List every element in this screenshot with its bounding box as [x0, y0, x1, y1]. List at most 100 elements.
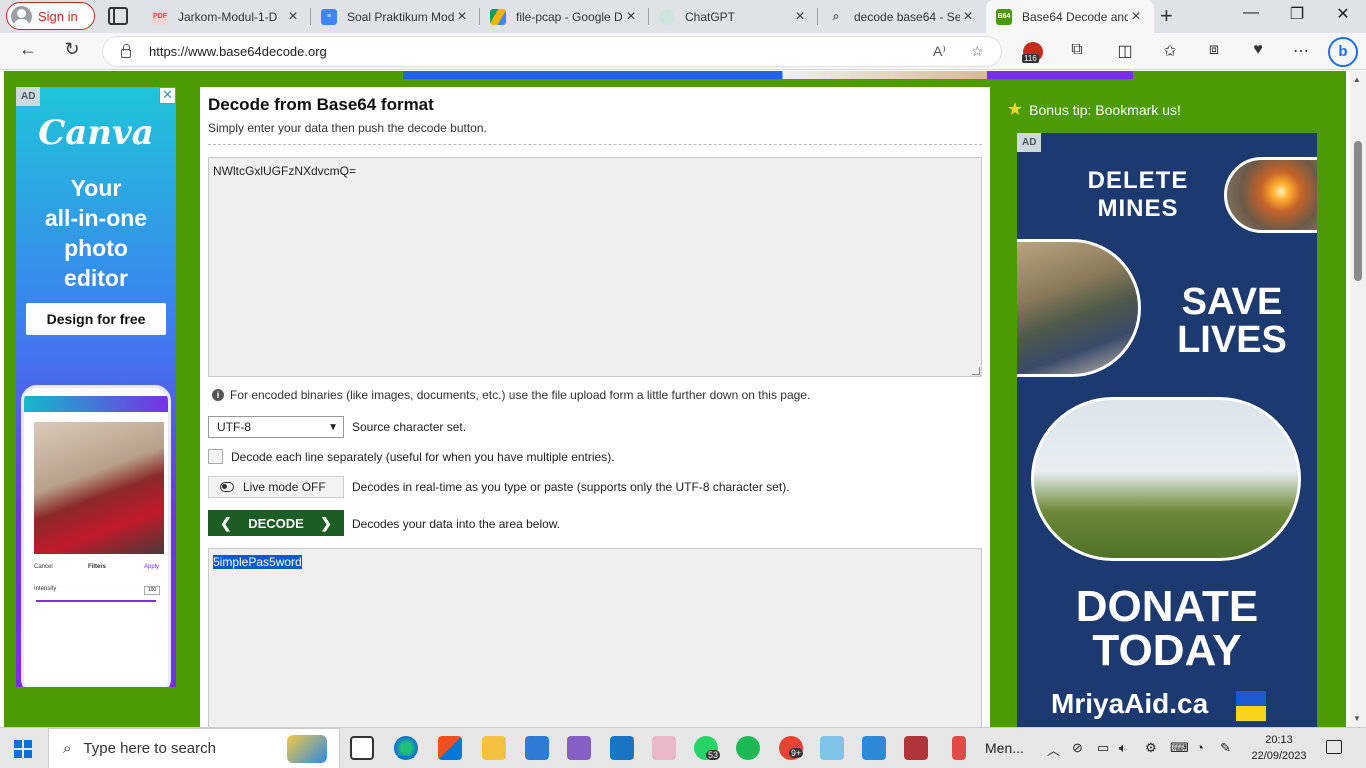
ad-tag: AD: [1017, 133, 1042, 152]
battery-icon[interactable]: ▭: [1097, 740, 1109, 756]
extension-icon[interactable]: 116: [1022, 42, 1043, 63]
more-menu-icon[interactable]: ⋯: [1290, 41, 1312, 61]
back-icon[interactable]: ←: [13, 39, 43, 60]
wireshark-icon[interactable]: [610, 736, 634, 760]
sign-in-label: Sign in: [38, 8, 78, 24]
output-text: 5implePas5word: [213, 555, 302, 569]
tab-actions-icon[interactable]: [108, 7, 128, 25]
ad-close-icon[interactable]: ✕: [159, 87, 176, 104]
network-off-icon[interactable]: ⊘: [1072, 740, 1083, 756]
close-window-icon[interactable]: ✕: [1320, 4, 1366, 24]
decode-label: DECODE: [248, 515, 304, 531]
ad-text-line: TODAY: [1092, 626, 1242, 675]
whatsapp-icon[interactable]: 53: [694, 736, 721, 760]
ad-donate-today: DONATE TODAY: [1017, 585, 1317, 673]
base64-input-textarea[interactable]: NWltcGxlUGFzNXdvcmQ=: [208, 157, 982, 377]
tab-chatgpt[interactable]: ChatGPT ×: [649, 0, 818, 33]
refresh-icon[interactable]: ↻: [57, 39, 87, 60]
visual-studio-icon[interactable]: [567, 736, 591, 760]
close-tab-icon[interactable]: ×: [623, 8, 639, 26]
volume-icon[interactable]: 🔈︎: [1119, 740, 1127, 756]
remote-desktop-icon[interactable]: [525, 736, 549, 760]
close-tab-icon[interactable]: ×: [792, 8, 808, 26]
bonus-tip-text: Bonus tip: Bookmark us!: [1029, 101, 1181, 118]
tab-base64-decode[interactable]: B64 Base64 Decode and ×: [986, 0, 1154, 33]
ukraine-flag-icon: [1236, 691, 1266, 721]
live-mode-toggle[interactable]: Live mode OFF: [208, 476, 344, 498]
winrar-icon[interactable]: [904, 736, 928, 760]
notes-app-icon[interactable]: [820, 736, 844, 760]
mriya-aid-ad[interactable]: AD DELETE MINES SAVE LIVES DONATE TODAY …: [1017, 133, 1317, 727]
close-tab-icon[interactable]: ×: [285, 8, 301, 26]
tab-soal-praktikum[interactable]: ≡ Soal Praktikum Mod ×: [311, 0, 480, 33]
chrome-icon[interactable]: 9+: [779, 736, 804, 760]
ad-headline-line: Your: [70, 175, 122, 201]
lock-icon: [121, 44, 131, 58]
decode-button[interactable]: ❮ DECODE ❯: [208, 510, 344, 536]
thermometer-icon[interactable]: [952, 736, 966, 760]
browser-essentials-icon[interactable]: ♥: [1247, 41, 1269, 59]
pen-icon[interactable]: ✎: [1220, 740, 1231, 756]
new-tab-icon[interactable]: +: [1160, 3, 1173, 29]
tab-file-pcap[interactable]: file-pcap - Google D ×: [480, 0, 649, 33]
extensions-puzzle-icon[interactable]: ⧉: [1066, 41, 1088, 59]
settings-icon[interactable]: ⚙: [1145, 740, 1157, 756]
toggle-icon: [220, 482, 234, 492]
decode-each-line-checkbox[interactable]: [208, 449, 223, 464]
phone-slider: [36, 600, 156, 602]
favorites-icon[interactable]: ✩: [1159, 41, 1181, 61]
close-tab-icon[interactable]: ×: [960, 8, 976, 26]
tab-title: Base64 Decode and: [1022, 9, 1128, 24]
taskbar-search[interactable]: ⌕ Type here to search: [48, 728, 340, 768]
resize-handle-icon[interactable]: [972, 367, 980, 375]
microsoft-store-icon[interactable]: [438, 736, 462, 760]
notification-center-icon[interactable]: [1326, 740, 1342, 754]
wifi-icon[interactable]: ◔: [1196, 740, 1204, 755]
input-text: NWltcGxlUGFzNXdvcmQ=: [213, 164, 357, 178]
address-bar[interactable]: https://www.base64decode.org A⁾ ☆: [102, 36, 1002, 67]
ad-text-line: SAVE: [1181, 281, 1283, 323]
scroll-down-icon[interactable]: ▼: [1353, 714, 1361, 723]
collections-icon[interactable]: ⧈: [1203, 41, 1225, 59]
tab-jarkom-pdf[interactable]: PDF Jarkom-Modul-1-D ×: [142, 0, 311, 33]
anime-app-icon[interactable]: [652, 736, 676, 760]
bing-copilot-icon[interactable]: b: [1328, 37, 1358, 67]
close-tab-icon[interactable]: ×: [454, 8, 470, 26]
browser-tab-strip: Sign in PDF Jarkom-Modul-1-D × ≡ Soal Pr…: [0, 0, 1366, 33]
photos-icon[interactable]: [862, 736, 886, 760]
design-for-free-button[interactable]: Design for free: [26, 303, 166, 335]
scrollbar-thumb[interactable]: [1354, 141, 1362, 281]
windows-taskbar: ⌕ Type here to search 53 9+ Men... ︿ ⊘ ▭…: [0, 727, 1366, 768]
file-explorer-icon[interactable]: [482, 736, 506, 760]
decoded-output-textarea[interactable]: 5implePas5word: [208, 548, 982, 727]
top-banner-ad[interactable]: [403, 71, 1133, 79]
scroll-up-icon[interactable]: ▲: [1353, 75, 1361, 84]
extension-badge: 116: [1022, 54, 1039, 63]
keyboard-icon[interactable]: ⌨: [1170, 740, 1189, 756]
close-tab-icon[interactable]: ×: [1128, 8, 1144, 26]
edge-icon[interactable]: [394, 736, 418, 760]
system-clock[interactable]: 20:13 22/09/2023: [1248, 732, 1310, 764]
search-icon: ⌕: [832, 9, 840, 23]
charset-select[interactable]: UTF-8 ▼: [208, 416, 344, 438]
chevron-right-icon: ❯: [320, 514, 332, 531]
vertical-scrollbar[interactable]: ▲ ▼: [1350, 71, 1366, 727]
task-view-icon[interactable]: [350, 736, 374, 760]
read-aloud-icon[interactable]: A⁾: [933, 43, 946, 60]
minimize-icon[interactable]: —: [1228, 4, 1274, 22]
restore-icon[interactable]: ❐: [1274, 4, 1320, 24]
divider: [208, 144, 982, 145]
windows-start-icon[interactable]: [14, 740, 32, 758]
base64-icon: B64: [996, 8, 1012, 25]
tab-decode-search[interactable]: ⌕ decode base64 - Se ×: [818, 0, 986, 33]
canva-ad[interactable]: AD ✕ Canva Your all-in-one photo editor …: [16, 87, 176, 687]
show-hidden-icons-icon[interactable]: ︿: [1047, 740, 1060, 759]
favorite-star-icon[interactable]: ☆: [971, 43, 984, 60]
ad-delete-mines: DELETE MINES: [1083, 167, 1193, 223]
phone-mockup: Cancel Filters Apply Intensity 100: [21, 385, 171, 687]
sign-in-button[interactable]: Sign in: [6, 2, 95, 30]
split-screen-icon[interactable]: ◫: [1114, 41, 1136, 61]
pinned-app-label[interactable]: Men...: [985, 740, 1024, 756]
phone-intensity: Intensity: [34, 586, 57, 592]
spotify-icon[interactable]: [736, 736, 760, 760]
